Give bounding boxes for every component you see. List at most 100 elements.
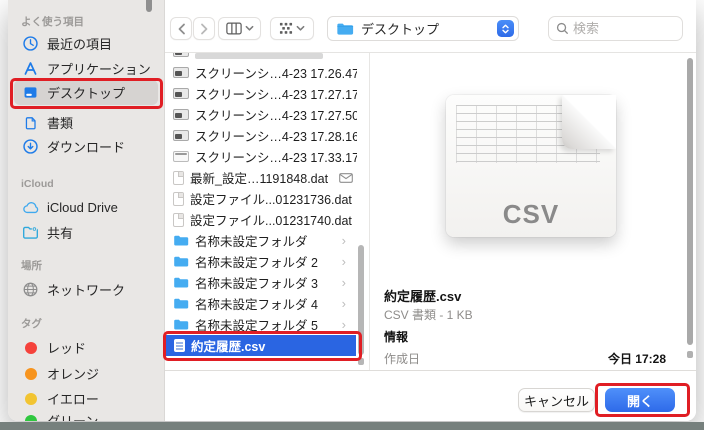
list-item[interactable]: スクリーンシ…4-23 17.27.50 — [165, 104, 357, 125]
sidebar-item-recents[interactable]: 最近の項目 — [8, 31, 160, 56]
list-scrollbar-end[interactable] — [358, 358, 364, 365]
list-item[interactable]: 最新_設定…1191848.dat — [165, 167, 357, 188]
file-name: 名称未設定フォルダ 2 — [195, 252, 318, 271]
sidebar-item-tag-green[interactable]: グリーン — [8, 408, 160, 421]
background-strip — [0, 422, 704, 430]
folder-icon — [336, 22, 354, 36]
sidebar-item-label: ダウンロード — [47, 137, 125, 156]
list-item[interactable]: スクリーンシ…4-23 17.28.16 — [165, 125, 357, 146]
sidebar-section-tags: タグ — [21, 316, 42, 331]
sidebar-item-label: 共有 — [47, 223, 73, 242]
file-name: スクリーンシ…4-23 17.27.17 — [195, 84, 357, 103]
created-label: 作成日 — [384, 350, 420, 367]
sidebar-item-label: iCloud Drive — [47, 200, 118, 215]
list-item-folder[interactable]: 名称未設定フォルダ 3 › — [165, 272, 357, 293]
chevron-left-icon — [177, 23, 186, 35]
folded-corner — [562, 95, 616, 149]
list-item-partial[interactable] — [165, 53, 357, 62]
location-dropdown[interactable]: デスクトップ — [327, 16, 519, 41]
sidebar-item-network[interactable]: ネットワーク — [8, 277, 160, 302]
chevron-right-icon: › — [342, 297, 346, 310]
dat-file-icon — [173, 192, 184, 206]
footer-bar: キャンセル 開く — [165, 371, 696, 421]
preview-created-row: 作成日 今日 17:28 — [384, 350, 666, 367]
preview-file-name: 約定履歴.csv — [384, 286, 461, 305]
preview-scrollbar[interactable] — [687, 58, 693, 345]
sidebar-item-label: ネットワーク — [47, 280, 125, 299]
chevron-down-icon — [296, 25, 305, 32]
download-icon — [21, 138, 40, 155]
back-button[interactable] — [170, 17, 192, 40]
sidebar-item-tag-red[interactable]: レッド — [8, 335, 160, 360]
list-scrollbar[interactable] — [358, 245, 364, 355]
file-name: 設定ファイル...01231740.dat — [190, 210, 352, 229]
screenshot-file-icon — [173, 109, 189, 120]
envelope-icon — [339, 173, 353, 183]
sidebar-item-shared[interactable]: 共有 — [8, 220, 160, 245]
sidebar: よく使う項目 最近の項目 アプリケーション デスクトップ 書類 — [8, 0, 165, 421]
search-field[interactable] — [548, 16, 683, 41]
sidebar-item-icloud-drive[interactable]: iCloud Drive — [8, 195, 160, 220]
list-item[interactable]: スクリーンシ…4-23 17.33.17 — [165, 146, 357, 167]
forward-button[interactable] — [193, 17, 215, 40]
folder-icon — [173, 297, 189, 310]
list-item-selected-csv[interactable]: 約定履歴.csv — [166, 335, 356, 356]
dat-file-icon — [173, 213, 184, 227]
document-icon — [21, 115, 40, 131]
chevron-down-icon — [245, 25, 254, 32]
sidebar-item-label: アプリケーション — [47, 59, 151, 78]
csv-icon-label: CSV — [446, 199, 616, 230]
sidebar-scrollbar[interactable] — [146, 0, 152, 12]
file-name: 名称未設定フォルダ 5 — [195, 315, 318, 334]
file-name: スクリーンシ…4-23 17.28.16 — [195, 126, 357, 145]
created-value: 今日 17:28 — [608, 350, 666, 367]
file-name: 最新_設定…1191848.dat — [190, 168, 328, 187]
screenshot-file-icon — [173, 130, 189, 141]
screenshot-file-icon — [173, 67, 189, 78]
cancel-button[interactable]: キャンセル — [518, 388, 595, 412]
sidebar-item-tag-orange[interactable]: オレンジ — [8, 361, 160, 386]
list-item-folder[interactable]: 名称未設定フォルダ › — [165, 230, 357, 251]
chevron-right-icon: › — [342, 234, 346, 247]
location-dropdown-label: デスクトップ — [361, 19, 490, 38]
chevron-right-icon: › — [342, 255, 346, 268]
network-globe-icon — [21, 281, 40, 298]
open-button[interactable]: 開く — [605, 388, 675, 412]
sidebar-item-label: オレンジ — [47, 364, 99, 383]
csv-file-icon — [174, 339, 185, 352]
list-item[interactable]: 設定ファイル...01231740.dat — [165, 209, 357, 230]
dat-file-icon — [173, 171, 184, 185]
preview-file-kind: CSV 書類 - 1 KB — [384, 306, 473, 323]
list-item[interactable]: スクリーンシ…4-23 17.26.47 — [165, 62, 357, 83]
sidebar-item-downloads[interactable]: ダウンロード — [8, 134, 160, 159]
sidebar-item-applications[interactable]: アプリケーション — [8, 56, 160, 81]
chevron-right-icon — [200, 23, 209, 35]
list-item-folder[interactable]: 名称未設定フォルダ 4 › — [165, 293, 357, 314]
dropdown-stepper-icon[interactable] — [497, 20, 514, 37]
sidebar-item-desktop[interactable]: デスクトップ — [14, 80, 158, 105]
sidebar-item-documents[interactable]: 書類 — [8, 110, 160, 135]
search-icon — [556, 22, 569, 35]
screenshot-file-icon — [173, 151, 189, 162]
group-view-button[interactable] — [270, 17, 314, 40]
preview-scrollbar-end[interactable] — [687, 351, 693, 358]
sidebar-section-locations: 場所 — [21, 258, 42, 273]
column-view-icon — [226, 22, 242, 35]
desktop-icon — [21, 84, 40, 101]
file-name: 名称未設定フォルダ — [195, 231, 308, 250]
chevron-right-icon: › — [342, 318, 346, 331]
shared-folder-icon — [21, 225, 40, 240]
column-view-button[interactable] — [218, 17, 261, 40]
tag-orange-icon — [21, 368, 40, 380]
search-input[interactable] — [573, 21, 675, 36]
list-item[interactable]: スクリーンシ…4-23 17.27.17 — [165, 83, 357, 104]
list-item[interactable]: 設定ファイル...01231736.dat — [165, 188, 357, 209]
list-item-folder[interactable]: 名称未設定フォルダ 5 › — [165, 314, 357, 335]
main-area: デスクトップ スクリーンシ…4-23 17.26.47 — [165, 0, 696, 421]
file-name: スクリーンシ…4-23 17.26.47 — [195, 63, 357, 82]
list-item-folder[interactable]: 名称未設定フォルダ 2 › — [165, 251, 357, 272]
folder-icon — [173, 255, 189, 268]
sidebar-section-favorites: よく使う項目 — [21, 14, 84, 29]
chevron-right-icon: › — [342, 276, 346, 289]
file-list: スクリーンシ…4-23 17.26.47 スクリーンシ…4-23 17.27.1… — [165, 53, 370, 370]
